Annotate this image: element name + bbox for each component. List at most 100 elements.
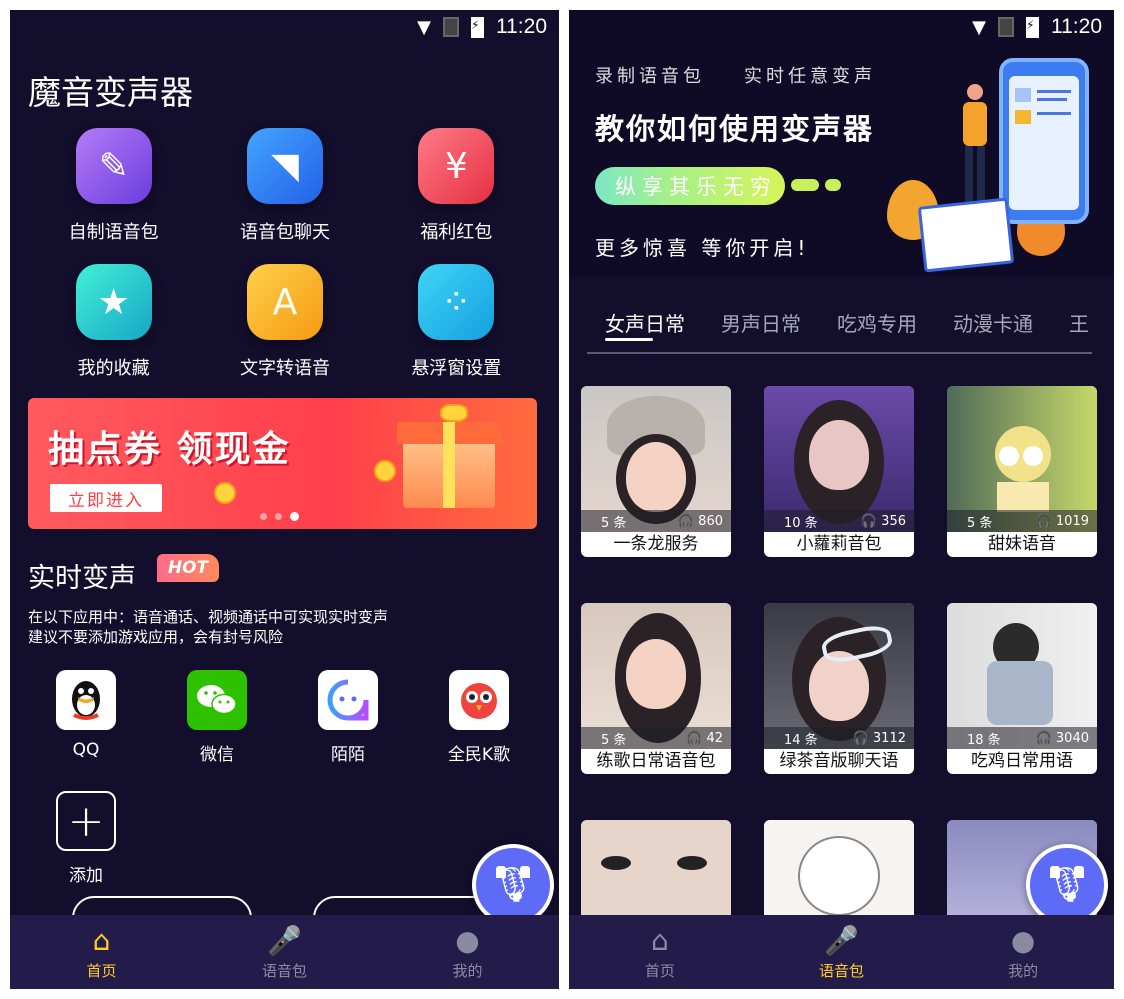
- hero-banner[interactable]: 录制语音包 实时任意变声 教你如何使用变声器 纵享其乐无穷 更多惊喜 等你开启!: [569, 10, 1114, 276]
- tab-anime[interactable]: 动漫卡通: [953, 308, 1033, 337]
- nav-voice-pack[interactable]: 🎤 语音包: [781, 924, 901, 981]
- no-sim-icon: [443, 17, 459, 37]
- hero-pill: 纵享其乐无穷: [595, 167, 785, 205]
- card-meta: 18 条 🎧 3040: [947, 727, 1097, 749]
- tabs-divider: [587, 352, 1092, 354]
- feature-text-to-speech[interactable]: A 文字转语音: [199, 264, 370, 380]
- pagination-dot-active[interactable]: [290, 512, 299, 521]
- play-count: 🎧 3112: [852, 730, 906, 746]
- nav-label: 我的: [1008, 961, 1039, 980]
- voice-pack-card[interactable]: 5 条 🎧 42 练歌日常语音包: [581, 603, 731, 774]
- clip-count: 5 条: [967, 515, 993, 531]
- tab-female-daily[interactable]: 女声日常: [605, 308, 685, 337]
- app-kge[interactable]: 全民K歌: [439, 670, 519, 765]
- card-meta: 10 条 🎧 356: [764, 510, 914, 532]
- voice-pack-card[interactable]: 14 条 🎧 3112 绿茶音版聊天语: [764, 603, 914, 774]
- wifi-icon: ▼: [417, 16, 431, 38]
- feature-custom-voice-pack[interactable]: ✎ 自制语音包: [28, 128, 199, 244]
- feature-red-packet[interactable]: ¥ 福利红包: [371, 128, 542, 244]
- play-count: 🎧 860: [677, 513, 723, 529]
- tab-king[interactable]: 王: [1069, 308, 1089, 337]
- app-label: QQ: [72, 740, 100, 760]
- wechat-icon: [187, 670, 247, 730]
- headphones-icon: 🎧: [860, 513, 878, 529]
- app-momo[interactable]: 陌陌: [308, 670, 388, 765]
- red-envelope-icon: ¥: [418, 128, 495, 204]
- status-time: 11:20: [1051, 15, 1102, 38]
- mic-icon: 🎤: [267, 923, 302, 957]
- pagination-dot[interactable]: [260, 513, 267, 520]
- nav-label: 语音包: [261, 961, 307, 980]
- app-title: 魔音变声器: [28, 73, 193, 112]
- nav-label: 语音包: [818, 961, 864, 980]
- app-add[interactable]: + 添加: [46, 791, 126, 886]
- mic-icon: 🎤: [824, 923, 859, 957]
- status-time: 11:20: [496, 15, 547, 38]
- person-illustration: [963, 84, 987, 202]
- nav-home[interactable]: ⌂ 首页: [42, 924, 162, 981]
- wifi-icon: ▼: [972, 16, 986, 38]
- pagination-dot[interactable]: [275, 513, 282, 520]
- app-label: 添加: [69, 866, 103, 886]
- feature-favorites[interactable]: ★ 我的收藏: [28, 264, 199, 380]
- card-title: 吃鸡日常用语: [971, 751, 1073, 771]
- clip-count: 10 条: [784, 515, 818, 531]
- tab-male-daily[interactable]: 男声日常: [721, 308, 801, 337]
- nav-label: 首页: [644, 961, 675, 980]
- home-icon: ⌂: [92, 923, 111, 957]
- play-count: 🎧 3040: [1035, 730, 1089, 746]
- app-qq[interactable]: QQ: [46, 670, 126, 765]
- voice-pack-card[interactable]: 5 条 🎧 860 一条龙服务: [581, 386, 731, 557]
- clip-count: 14 条: [784, 732, 818, 748]
- coin-icon: [374, 460, 396, 482]
- battery-charging-icon: [1026, 16, 1039, 38]
- voice-changer-fab[interactable]: 🎙: [1026, 844, 1108, 926]
- banner-pagination: [260, 512, 299, 521]
- card-meta: 5 条 🎧 1019: [947, 510, 1097, 532]
- four-dots-icon: ⁘: [418, 264, 495, 340]
- coin-icon: [214, 482, 236, 504]
- tab-pubg[interactable]: 吃鸡专用: [837, 308, 917, 337]
- magic-wand-icon: ✎: [75, 128, 152, 204]
- bottom-nav: ⌂ 首页 🎤 语音包 ● 我的: [10, 915, 559, 989]
- voice-pack-card[interactable]: 10 条 🎧 356 小蘿莉音包: [764, 386, 914, 557]
- realtime-warning: 建议不要添加游戏应用，会有封号风险: [28, 628, 284, 646]
- hero-subtitle-right: 实时任意变声: [744, 66, 876, 87]
- card-title: 练歌日常语音包: [596, 751, 716, 771]
- kge-bird-icon: [449, 670, 509, 730]
- headphones-icon: 🎧: [852, 730, 869, 746]
- feature-label: 福利红包: [420, 222, 493, 243]
- play-count: 🎧 1019: [1035, 513, 1089, 529]
- card-meta: 14 条 🎧 3112: [764, 727, 914, 749]
- nav-home[interactable]: ⌂ 首页: [600, 924, 720, 981]
- gold-ingot-icon: [440, 404, 468, 422]
- app-label: 全民K歌: [447, 745, 511, 765]
- nav-mine[interactable]: ● 我的: [408, 924, 528, 981]
- card-meta: 5 条 🎧 42: [581, 727, 731, 749]
- voice-pack-card[interactable]: 5 条 🎧 1019 甜妹语音: [947, 386, 1097, 557]
- feature-label: 悬浮窗设置: [411, 358, 502, 379]
- folder-star-icon: ★: [75, 264, 152, 340]
- card-title: 一条龙服务: [613, 534, 699, 554]
- card-meta: 5 条 🎧 860: [581, 510, 731, 532]
- feature-voice-chat[interactable]: ◥ 语音包聊天: [199, 128, 370, 244]
- status-bar: ▼ 11:20: [972, 10, 1114, 44]
- nav-mine[interactable]: ● 我的: [963, 924, 1083, 981]
- realtime-section-title: 实时变声: [28, 563, 136, 594]
- feature-label: 文字转语音: [239, 358, 330, 379]
- plus-icon: +: [56, 791, 116, 851]
- card-title: 绿茶音版聊天语: [779, 751, 899, 771]
- voice-changer-fab[interactable]: 🎙: [472, 844, 554, 926]
- feature-floating-window[interactable]: ⁘ 悬浮窗设置: [371, 264, 542, 380]
- user-icon: ●: [455, 923, 480, 957]
- app-label: 陌陌: [331, 745, 365, 765]
- app-wechat[interactable]: 微信: [177, 670, 257, 765]
- banner-enter-button[interactable]: 立即进入: [50, 484, 162, 512]
- voice-pack-card[interactable]: 18 条 🎧 3040 吃鸡日常用语: [947, 603, 1097, 774]
- feature-label: 自制语音包: [68, 222, 159, 243]
- promo-banner[interactable]: 抽点券 领现金 立即进入: [28, 398, 537, 529]
- qq-penguin-icon: [56, 670, 116, 730]
- nav-voice-pack[interactable]: 🎤 语音包: [225, 924, 345, 981]
- user-icon: ●: [1010, 923, 1036, 957]
- status-bar: ▼ 11:20: [417, 10, 559, 44]
